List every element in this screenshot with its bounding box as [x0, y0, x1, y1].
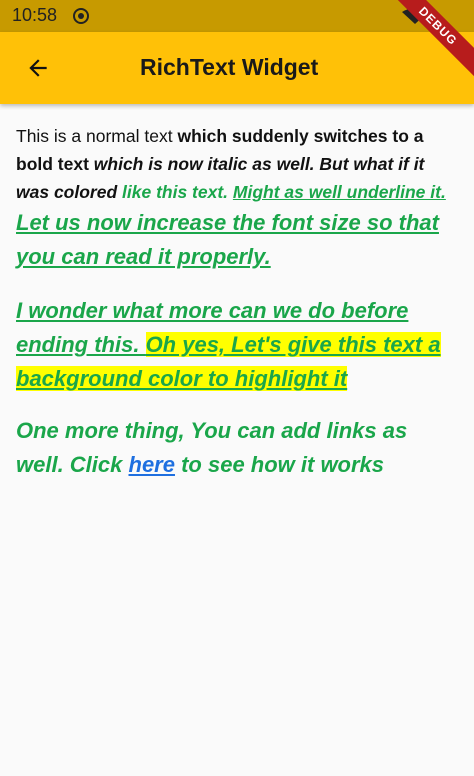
rich-text-paragraph-3: One more thing, You can add links as wel…: [16, 414, 460, 482]
colored-text: like this text.: [122, 182, 233, 202]
underlined-text: Might as well underline it.: [232, 182, 446, 202]
large-font-text: Let us now increase the font size so tha…: [16, 210, 439, 269]
status-time: 10:58: [12, 5, 58, 25]
back-button[interactable]: [14, 44, 62, 92]
debug-banner: DEBUG: [394, 0, 474, 80]
do-not-disturb-icon: [73, 8, 89, 24]
rich-text-paragraph-1: This is a normal text which suddenly swi…: [16, 122, 460, 206]
page-title: RichText Widget: [140, 54, 319, 80]
rich-text-content: This is a normal text which suddenly swi…: [16, 122, 460, 482]
normal-text: This is a normal text: [16, 126, 178, 146]
arrow-back-icon: [29, 59, 47, 77]
rich-text-paragraph-2: I wonder what more can we do before endi…: [16, 294, 460, 396]
here-link[interactable]: here: [129, 452, 175, 477]
links-outro-text: to see how it works: [174, 452, 385, 477]
debug-label: DEBUG: [394, 0, 474, 80]
